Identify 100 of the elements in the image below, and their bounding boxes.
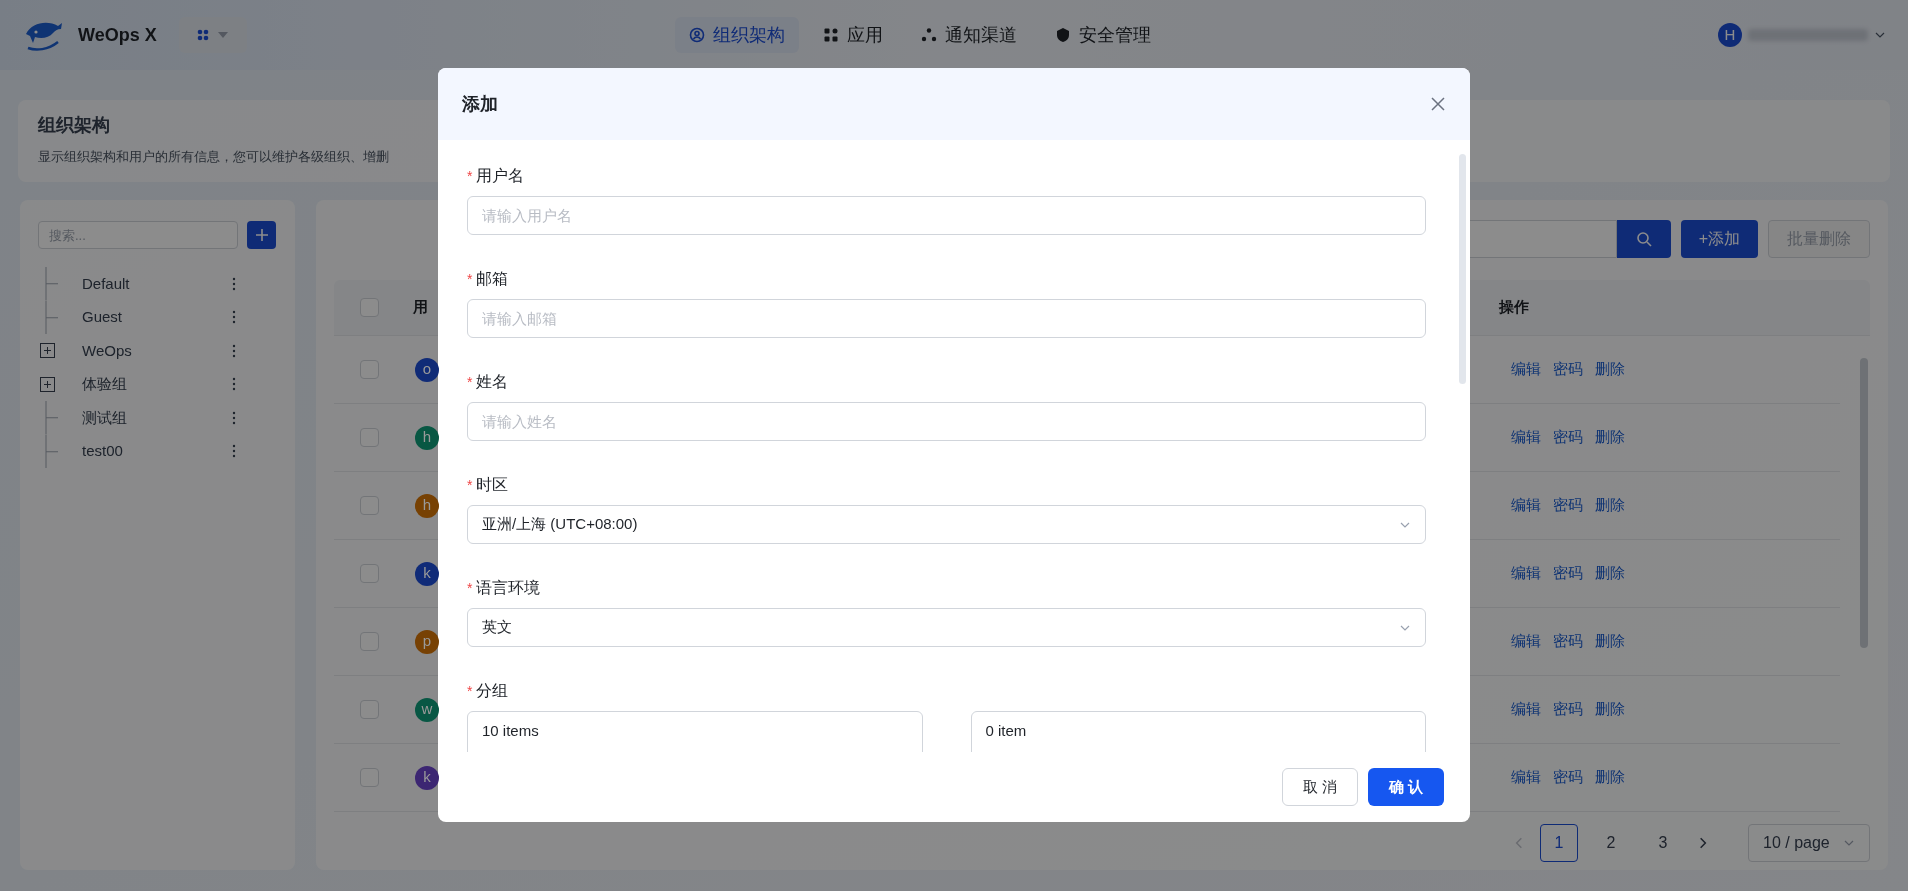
action-link[interactable]: 编辑 bbox=[1511, 358, 1541, 381]
tree-item[interactable]: Guest bbox=[82, 306, 232, 329]
nodes-icon bbox=[920, 27, 937, 43]
expand-icon[interactable] bbox=[40, 343, 55, 359]
dialog-title: 添加 bbox=[462, 92, 498, 116]
user-avatar: k bbox=[415, 765, 439, 790]
checkbox[interactable] bbox=[360, 496, 379, 515]
checkbox[interactable] bbox=[360, 564, 379, 583]
column-header: 操作 bbox=[1499, 297, 1529, 318]
checkbox[interactable] bbox=[360, 768, 379, 787]
text-field[interactable]: 请输入姓名 bbox=[467, 402, 1426, 441]
caret-icon bbox=[216, 31, 229, 39]
action-link[interactable]: 密码 bbox=[1553, 426, 1583, 449]
action-link[interactable]: 删除 bbox=[1595, 426, 1625, 449]
action-link[interactable]: 删除 bbox=[1595, 562, 1625, 585]
column-header: 用 bbox=[413, 297, 428, 318]
shield-icon bbox=[1054, 27, 1071, 43]
more-vertical-icon[interactable] bbox=[232, 410, 236, 425]
tree-connector bbox=[45, 401, 60, 435]
app-switcher-button[interactable] bbox=[178, 17, 247, 53]
nav-tab[interactable]: 通知渠道 bbox=[906, 17, 1031, 53]
more-vertical-icon[interactable] bbox=[232, 343, 236, 358]
checkbox[interactable] bbox=[360, 298, 379, 317]
page-title: 组织架构 bbox=[38, 114, 111, 137]
action-link[interactable]: 删除 bbox=[1595, 698, 1625, 721]
item-count: 10 items bbox=[482, 722, 539, 739]
search-icon bbox=[1635, 231, 1652, 247]
checkbox[interactable] bbox=[360, 700, 379, 719]
select-field[interactable]: 英文 bbox=[467, 608, 1426, 647]
tree-item[interactable]: test00 bbox=[82, 440, 232, 463]
checkbox[interactable] bbox=[360, 360, 379, 379]
close-icon[interactable] bbox=[1430, 96, 1446, 112]
user-avatar: k bbox=[415, 561, 439, 586]
add-group-button[interactable] bbox=[247, 221, 276, 249]
apps-icon bbox=[822, 27, 839, 43]
field-label: 时区 bbox=[476, 475, 509, 495]
tree-connector bbox=[45, 434, 60, 468]
required-mark: * bbox=[467, 166, 473, 186]
action-link[interactable]: 密码 bbox=[1553, 358, 1583, 381]
plus-icon bbox=[253, 227, 270, 243]
more-vertical-icon[interactable] bbox=[232, 310, 236, 325]
text-field[interactable]: 请输入用户名 bbox=[467, 196, 1426, 235]
field-label: 用户名 bbox=[476, 166, 525, 186]
action-link[interactable]: 编辑 bbox=[1511, 562, 1541, 585]
item-count: 0 item bbox=[985, 722, 1027, 739]
field-label: 语言环境 bbox=[476, 578, 541, 598]
required-mark: * bbox=[467, 269, 473, 289]
action-link[interactable]: 编辑 bbox=[1511, 698, 1541, 721]
user-avatar: w bbox=[415, 697, 439, 722]
product-name: WeOps X bbox=[78, 23, 157, 47]
more-vertical-icon[interactable] bbox=[232, 276, 236, 291]
action-link[interactable]: 编辑 bbox=[1511, 630, 1541, 653]
field-label: 邮箱 bbox=[476, 269, 509, 289]
cancel-button[interactable]: 取 消 bbox=[1282, 768, 1358, 806]
action-link[interactable]: 编辑 bbox=[1511, 494, 1541, 517]
more-vertical-icon[interactable] bbox=[232, 444, 236, 459]
user-avatar: H bbox=[1718, 23, 1742, 47]
action-link[interactable]: 删除 bbox=[1595, 630, 1625, 653]
add-user-button[interactable]: +添加 bbox=[1680, 220, 1758, 258]
action-link[interactable]: 密码 bbox=[1553, 698, 1583, 721]
user-avatar: h bbox=[415, 493, 439, 518]
action-link[interactable]: 密码 bbox=[1553, 494, 1583, 517]
expand-icon[interactable] bbox=[40, 376, 55, 392]
checkbox[interactable] bbox=[360, 428, 379, 447]
action-link[interactable]: 编辑 bbox=[1511, 426, 1541, 449]
action-link[interactable]: 删除 bbox=[1595, 494, 1625, 517]
checkbox[interactable] bbox=[360, 632, 379, 651]
more-vertical-icon[interactable] bbox=[232, 377, 236, 392]
page-button[interactable]: 3 bbox=[1644, 824, 1682, 862]
user-circle-icon bbox=[688, 27, 705, 43]
nav-tab[interactable]: 应用 bbox=[808, 17, 897, 53]
user-avatar: o bbox=[415, 357, 439, 382]
action-link[interactable]: 编辑 bbox=[1511, 766, 1541, 789]
tree-connector bbox=[45, 300, 60, 334]
required-mark: * bbox=[467, 372, 473, 392]
field-label: 分组 bbox=[476, 681, 509, 701]
tree-item[interactable]: Default bbox=[82, 272, 232, 295]
action-link[interactable]: 密码 bbox=[1553, 562, 1583, 585]
grid-icon bbox=[196, 29, 209, 41]
required-mark: * bbox=[467, 578, 473, 598]
nav-tab[interactable]: 安全管理 bbox=[1040, 17, 1165, 53]
select-field[interactable]: 亚洲/上海 (UTC+08:00) bbox=[467, 505, 1426, 544]
text-field[interactable]: 请输入邮箱 bbox=[467, 299, 1426, 338]
action-link[interactable]: 删除 bbox=[1595, 358, 1625, 381]
page-description: 显示组织架构和用户的所有信息，您可以维护各级组织、增删 bbox=[38, 148, 390, 166]
page-button[interactable]: 1 bbox=[1540, 824, 1578, 862]
tree-connector bbox=[45, 267, 60, 301]
required-mark: * bbox=[467, 475, 473, 495]
page-button[interactable]: 2 bbox=[1592, 824, 1630, 862]
search-button[interactable] bbox=[1616, 220, 1671, 258]
tree-item[interactable]: 测试组 bbox=[82, 406, 232, 429]
page-size-select[interactable]: 10 / page bbox=[1748, 824, 1870, 862]
confirm-button[interactable]: 确 认 bbox=[1368, 768, 1444, 806]
action-link[interactable]: 密码 bbox=[1553, 630, 1583, 653]
action-link[interactable]: 密码 bbox=[1553, 766, 1583, 789]
tree-item[interactable]: 体验组 bbox=[82, 373, 232, 396]
tree-item[interactable]: WeOps bbox=[82, 339, 232, 362]
field-label: 姓名 bbox=[476, 372, 509, 392]
action-link[interactable]: 删除 bbox=[1595, 766, 1625, 789]
nav-tab[interactable]: 组织架构 bbox=[674, 17, 799, 53]
